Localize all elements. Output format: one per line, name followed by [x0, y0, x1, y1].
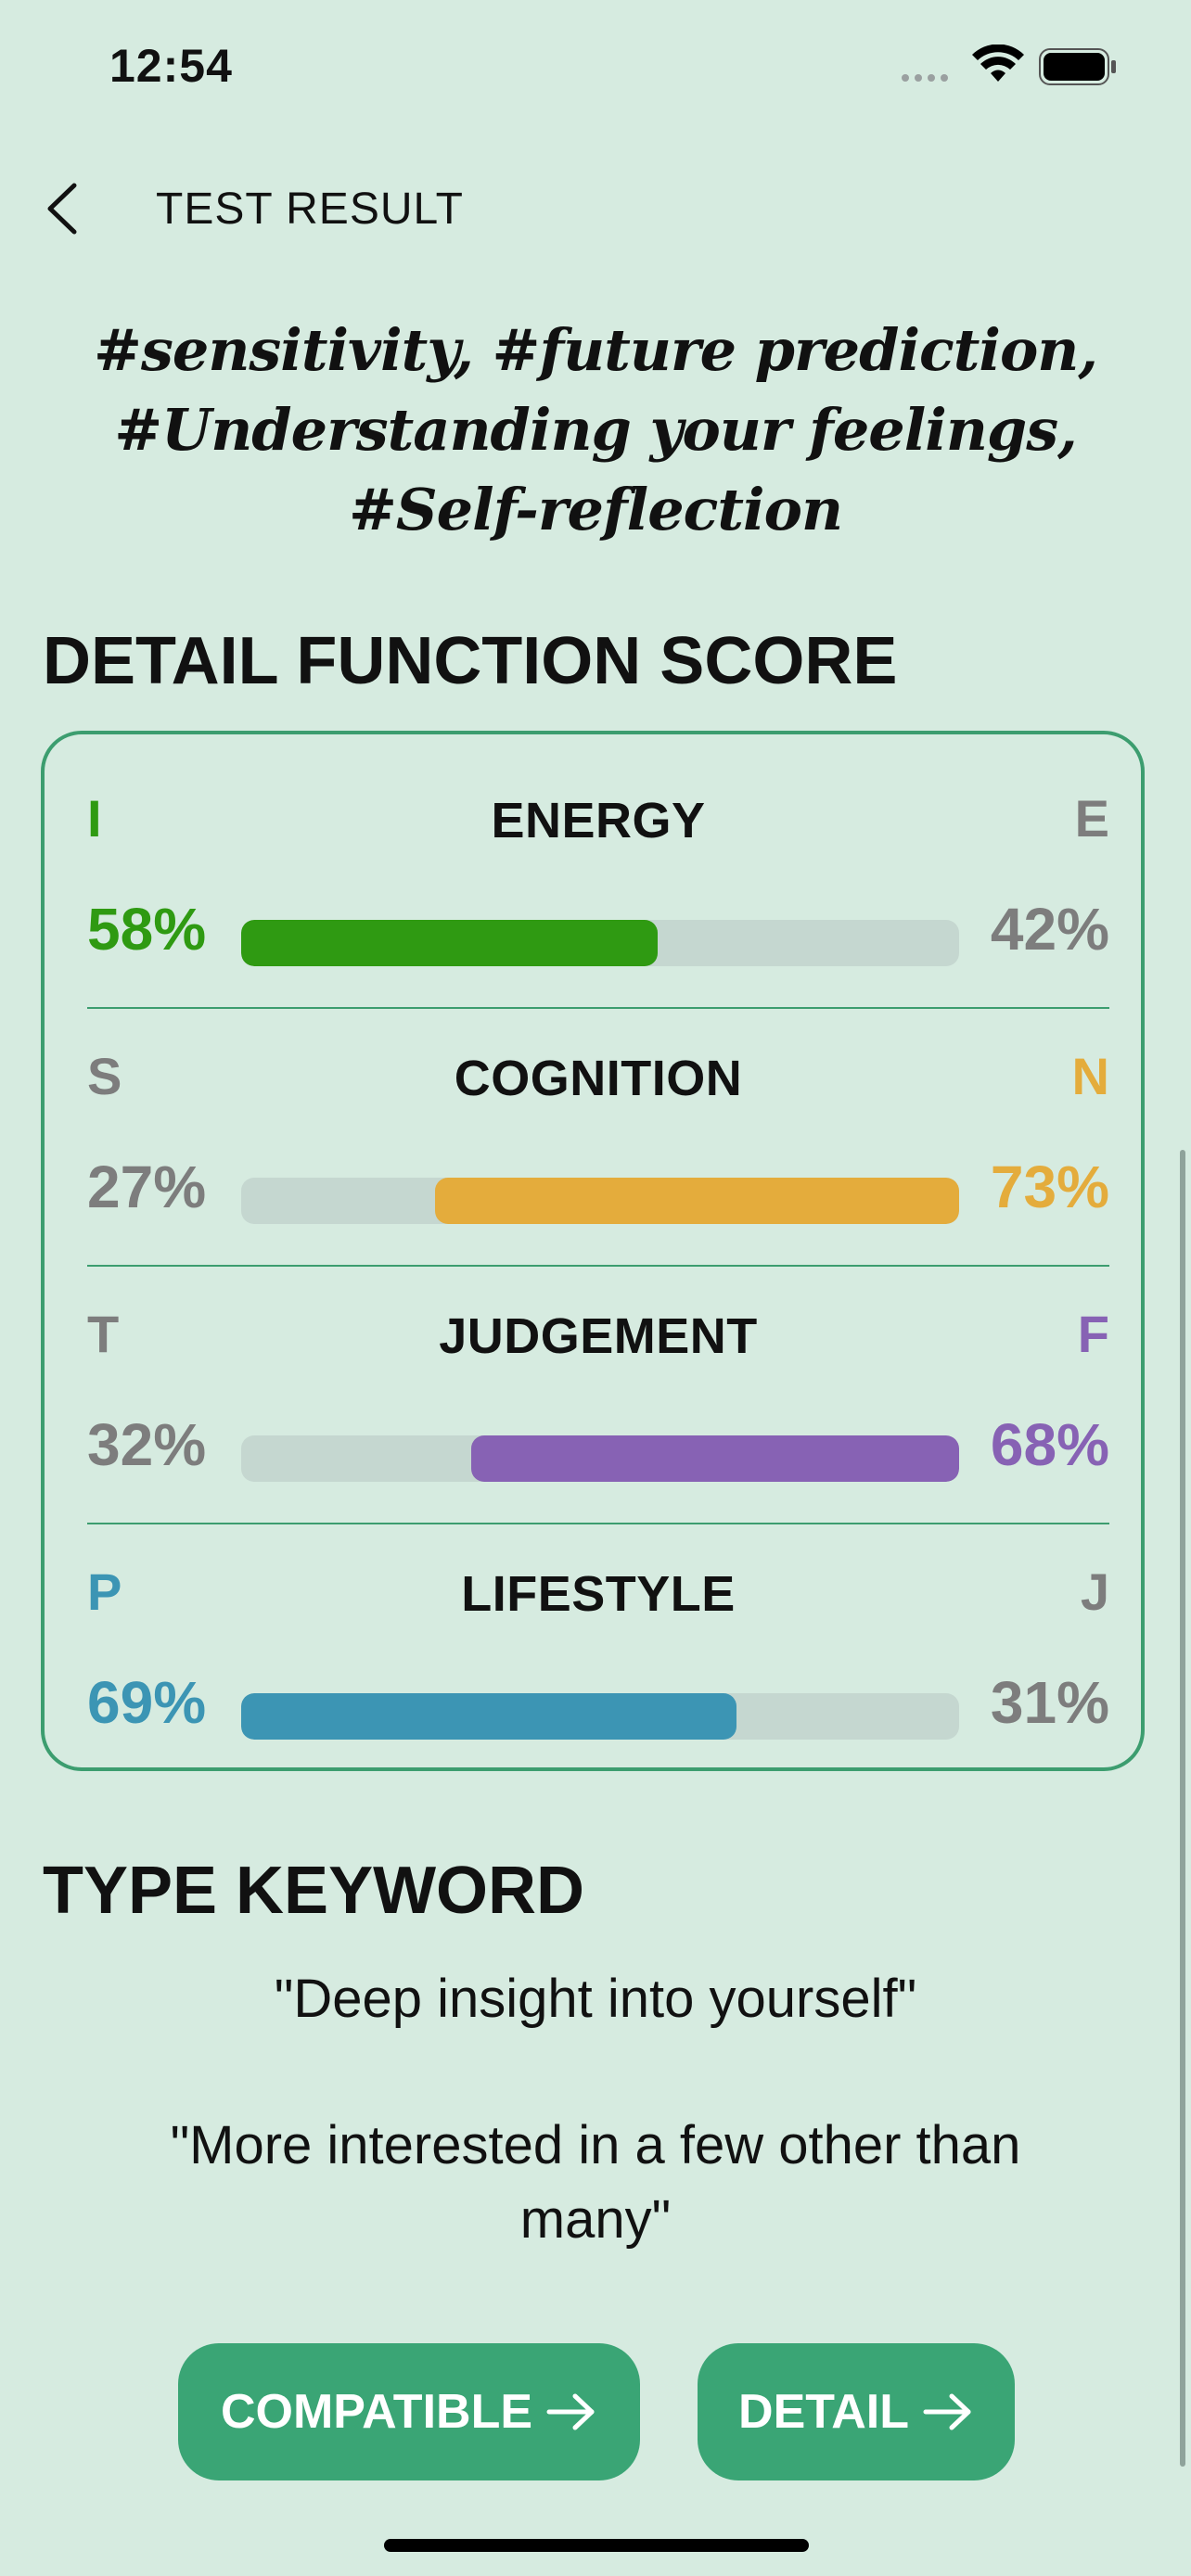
- right-letter: F: [1077, 1305, 1109, 1363]
- right-percentage: 73%: [990, 1154, 1109, 1220]
- compatible-button[interactable]: COMPATIBLE: [178, 2343, 640, 2480]
- detail-button-label: DETAIL: [738, 2385, 909, 2439]
- keyword-text: "Deep insight into yourself": [274, 1969, 917, 2029]
- score-bar-track: [241, 1693, 959, 1740]
- type-keyword-heading: TYPE KEYWORD: [43, 1854, 585, 1928]
- page-title: TEST RESULT: [156, 185, 464, 234]
- detail-function-score-heading: DETAIL FUNCTION SCORE: [43, 624, 898, 698]
- score-bar-fill: [241, 920, 658, 966]
- left-percentage: 32%: [87, 1411, 207, 1478]
- row-label: COGNITION: [454, 1051, 743, 1106]
- right-letter: J: [1080, 1562, 1109, 1621]
- chevron-left-icon[interactable]: [43, 178, 83, 239]
- status-time: 12:54: [109, 40, 233, 92]
- score-row-lifestyle: P LIFESTYLE J 69% 31%: [87, 1524, 1109, 1782]
- battery-icon: [1039, 48, 1116, 85]
- score-bar-fill: [470, 1435, 959, 1482]
- score-row-cognition: S COGNITION N 27% 73%: [87, 1009, 1109, 1267]
- row-label: ENERGY: [491, 793, 706, 848]
- hashtags-text: #sensitivity, #future prediction, #Under…: [94, 316, 1098, 543]
- score-bar-track: [241, 1435, 959, 1482]
- home-indicator[interactable]: [384, 2539, 809, 2552]
- keyword-text: "More interested in a few other than man…: [170, 2115, 1021, 2250]
- detail-button[interactable]: DETAIL: [698, 2343, 1015, 2480]
- right-letter: E: [1074, 789, 1109, 848]
- right-percentage: 42%: [990, 896, 1109, 963]
- right-letter: N: [1071, 1047, 1109, 1105]
- score-row-energy: I ENERGY E 58% 42%: [87, 751, 1109, 1009]
- row-label: JUDGEMENT: [439, 1308, 758, 1364]
- right-percentage: 31%: [990, 1669, 1109, 1736]
- signal-icon: [902, 74, 948, 82]
- score-bar-track: [241, 920, 959, 966]
- score-bar-fill: [434, 1178, 959, 1224]
- right-percentage: 68%: [990, 1411, 1109, 1478]
- score-card: I ENERGY E 58% 42% S COGNITION N 27% 73%…: [41, 731, 1145, 1771]
- wifi-icon: [972, 45, 1024, 82]
- score-bar-track: [241, 1178, 959, 1224]
- score-row-judgement: T JUDGEMENT F 32% 68%: [87, 1267, 1109, 1524]
- score-bar-fill: [241, 1693, 737, 1740]
- arrow-right-icon: [923, 2393, 971, 2430]
- row-label: LIFESTYLE: [461, 1566, 736, 1622]
- left-percentage: 58%: [87, 896, 207, 963]
- left-percentage: 27%: [87, 1154, 207, 1220]
- left-percentage: 69%: [87, 1669, 207, 1736]
- nav-header: TEST RESULT: [0, 167, 1191, 250]
- scrollbar[interactable]: [1180, 1150, 1185, 2467]
- status-bar: 12:54: [0, 0, 1191, 139]
- arrow-right-icon: [546, 2393, 595, 2430]
- compatible-button-label: COMPATIBLE: [220, 2385, 533, 2439]
